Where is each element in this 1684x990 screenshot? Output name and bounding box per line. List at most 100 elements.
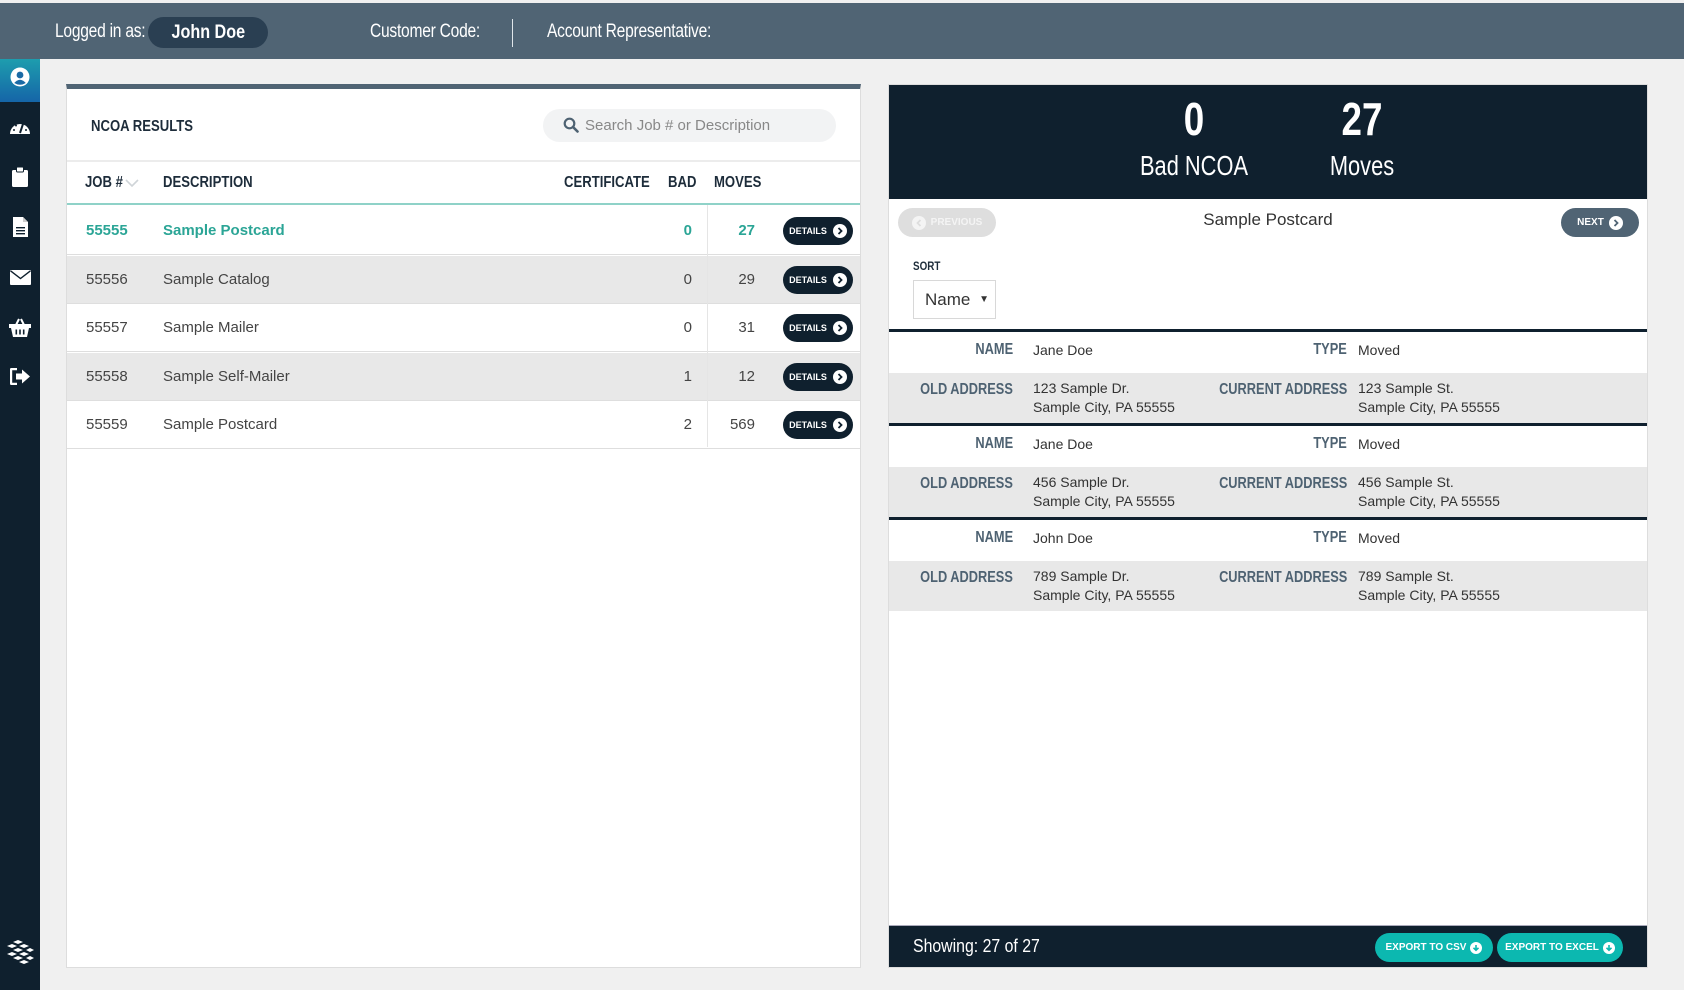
ncoa-record: NAME John Doe TYPE Moved OLD ADDRESS 789 Samp… (889, 517, 1647, 611)
details-button[interactable]: DETAILS (783, 314, 853, 342)
record-address-row: OLD ADDRESS 456 Sample Dr. Sample City, PA… (889, 467, 1647, 517)
export-csv-label: EXPORT TO CSV (1385, 942, 1467, 953)
ncoa-details-panel: 0 Bad NCOA 27 Moves Sample Postcard PREV… (888, 84, 1648, 968)
chevron-right-icon (832, 272, 847, 287)
details-label: DETAILS (789, 323, 827, 333)
export-excel-label: EXPORT TO EXCEL (1505, 942, 1599, 953)
column-header-job[interactable]: JOB # (85, 174, 123, 192)
search-input[interactable] (585, 109, 825, 142)
job-description: Sample Self-Mailer (163, 367, 290, 385)
current-address-value: 789 Sample St. Sample City, PA 55555 (1358, 567, 1500, 605)
sidebar-item-mail[interactable] (0, 262, 40, 292)
sidebar-item-documents[interactable] (0, 212, 40, 242)
bad-count: 0 (683, 270, 692, 288)
type-value: Moved (1358, 530, 1401, 546)
brand-logo-icon (7, 940, 34, 964)
chevron-left-icon (911, 215, 926, 230)
sidebar-item-orders[interactable] (0, 162, 40, 192)
record-name-row: NAME Jane Doe TYPE Moved (889, 426, 1647, 467)
job-table-row[interactable]: 55556 Sample Catalog 0 29 DETAILS (67, 255, 860, 304)
ncoa-record: NAME Jane Doe TYPE Moved OLD ADDRESS 456 Samp… (889, 423, 1647, 517)
sort-chevron-down-icon[interactable] (125, 179, 139, 188)
old-address-line-1: 456 Sample Dr. (1033, 474, 1130, 490)
export-csv-button[interactable]: EXPORT TO CSV (1375, 933, 1493, 962)
job-description: Sample Postcard (163, 222, 285, 239)
details-label: DETAILS (789, 274, 827, 285)
moves-count: 27 (738, 222, 755, 239)
details-button[interactable]: DETAILS (783, 217, 853, 245)
clipboard-icon (12, 167, 28, 187)
table-header: JOB # DESCRIPTION CERTIFICATE BAD MOVES (67, 160, 860, 205)
export-excel-button[interactable]: EXPORT TO EXCEL (1497, 933, 1623, 962)
next-button[interactable]: NEXT (1561, 208, 1639, 237)
old-address-value: 789 Sample Dr. Sample City, PA 55555 (1033, 567, 1175, 605)
job-table-row[interactable]: 55559 Sample Postcard 2 569 DETAILS (67, 401, 860, 449)
user-circle-icon (10, 67, 30, 87)
envelope-icon (9, 269, 31, 285)
user-name-badge[interactable]: John Doe (148, 17, 268, 48)
document-icon (12, 217, 28, 237)
sidebar-item-logout[interactable] (0, 361, 40, 391)
previous-button[interactable]: PREVIOUS (898, 208, 996, 237)
stat-bad-ncoa: 0 Bad NCOA (1114, 91, 1274, 183)
stat-value: 0 (1183, 93, 1205, 145)
download-icon (1602, 941, 1615, 954)
sort-select[interactable]: Name ▼ (913, 280, 996, 319)
search-box[interactable] (543, 109, 836, 142)
type-label: TYPE (1313, 529, 1347, 546)
record-name-row: NAME Jane Doe TYPE Moved (889, 332, 1647, 373)
speedometer-icon (10, 123, 30, 134)
sign-out-icon (9, 367, 30, 385)
details-button[interactable]: DETAILS (783, 265, 853, 294)
name-value: John Doe (1033, 530, 1093, 546)
job-table-row[interactable]: 55555 Sample Postcard 0 27 DETAILS (67, 207, 860, 255)
job-table-row[interactable]: 55558 Sample Self-Mailer 1 12 DETAILS (67, 352, 860, 401)
brand-logo[interactable] (0, 934, 40, 970)
details-button[interactable]: DETAILS (783, 411, 853, 439)
sort-selected-value: Name (925, 290, 971, 309)
chevron-right-icon (832, 418, 847, 432)
sidebar-item-shop[interactable] (0, 312, 40, 342)
chevron-right-icon (832, 369, 847, 384)
stats-header: 0 Bad NCOA 27 Moves (889, 85, 1647, 199)
record-address-row: OLD ADDRESS 123 Sample Dr. Sample City, PA… (889, 373, 1647, 423)
chevron-right-icon (832, 224, 847, 238)
job-table-row[interactable]: 55557 Sample Mailer 0 31 DETAILS (67, 304, 860, 352)
details-footer: Showing: 27 of 27 EXPORT TO CSV EXPORT T… (889, 925, 1647, 967)
ncoa-record: NAME Jane Doe TYPE Moved OLD ADDRESS 123 Samp… (889, 329, 1647, 423)
stat-label: Moves (1329, 150, 1395, 181)
search-icon (563, 117, 579, 133)
top-bar: Logged in as: John Doe Customer Code: Ac… (0, 3, 1684, 59)
user-name: John Doe (171, 22, 245, 43)
column-header-bad[interactable]: BAD (668, 174, 696, 192)
column-header-certificate[interactable]: CERTIFICATE (564, 174, 650, 192)
sidebar-item-dashboard[interactable] (0, 112, 40, 142)
current-address-value: 123 Sample St. Sample City, PA 55555 (1358, 379, 1500, 417)
old-address-line-2: Sample City, PA 55555 (1033, 493, 1175, 509)
record-name-row: NAME John Doe TYPE Moved (889, 520, 1647, 561)
sidebar-item-profile[interactable] (0, 62, 40, 92)
logged-in-label: Logged in as: (55, 21, 146, 42)
column-header-description[interactable]: DESCRIPTION (163, 174, 253, 192)
type-label: TYPE (1313, 341, 1347, 358)
type-value: Moved (1358, 436, 1401, 452)
sort-label: SORT (913, 259, 941, 273)
details-button[interactable]: DETAILS (783, 362, 853, 391)
current-address-label: CURRENT ADDRESS (1218, 569, 1347, 586)
name-label: NAME (975, 435, 1013, 452)
chevron-right-icon (1608, 215, 1623, 230)
column-header-moves[interactable]: MOVES (714, 174, 761, 192)
old-address-line-2: Sample City, PA 55555 (1033, 587, 1175, 603)
moves-count: 12 (738, 367, 755, 385)
current-address-line-2: Sample City, PA 55555 (1358, 399, 1500, 415)
download-icon (1470, 941, 1483, 954)
current-address-label: CURRENT ADDRESS (1218, 475, 1347, 492)
current-address-line-1: 123 Sample St. (1358, 380, 1454, 396)
moves-count: 31 (738, 319, 755, 336)
previous-label: PREVIOUS (930, 217, 983, 228)
job-number: 55557 (86, 319, 128, 336)
caret-down-icon: ▼ (979, 294, 989, 305)
topbar-divider (512, 19, 513, 47)
column-divider (707, 205, 708, 447)
old-address-line-2: Sample City, PA 55555 (1033, 399, 1175, 415)
